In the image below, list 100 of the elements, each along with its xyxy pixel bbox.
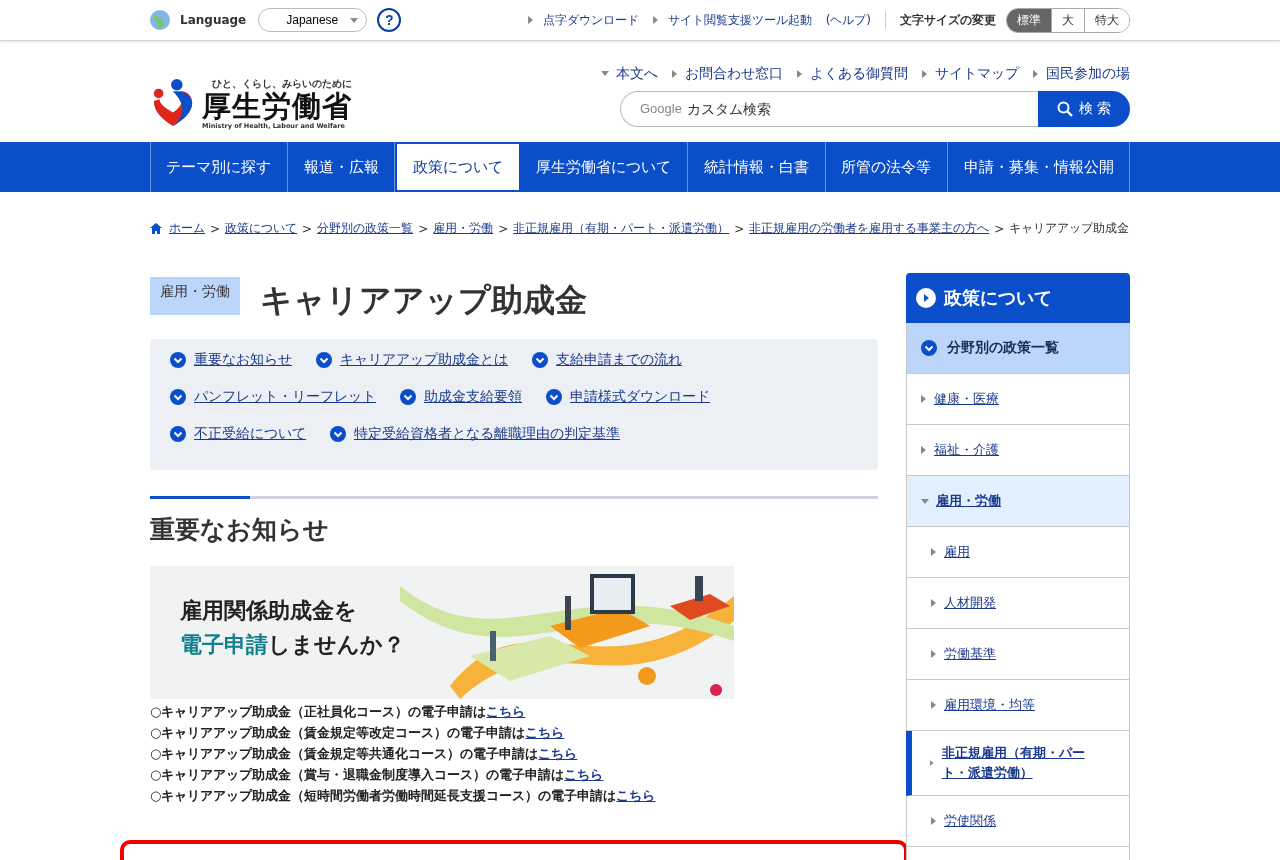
logo-name: 厚生労働省 [202, 90, 352, 123]
triangle-icon [601, 71, 609, 76]
triangle-icon [527, 16, 533, 24]
nav-tab[interactable]: 統計情報・白書 [688, 142, 826, 192]
anchor-link[interactable]: 重要なお知らせ [170, 351, 292, 369]
breadcrumb-current: キャリアアップ助成金 [1009, 220, 1130, 237]
sidebar-link[interactable]: 雇用環境・均等 [944, 695, 1055, 715]
breadcrumb-link[interactable]: 雇用・労働 [433, 221, 494, 236]
language-select[interactable]: Japanese [258, 8, 368, 32]
utility-link[interactable]: サイト閲覧支援ツール起動 [667, 11, 812, 29]
triangle-icon [1033, 69, 1038, 78]
breadcrumb-link[interactable]: 分野別の政策一覧 [317, 221, 414, 236]
sidebar-link[interactable]: 労使関係 [944, 811, 1016, 831]
triangle-icon [931, 701, 936, 709]
font-size-label: 文字サイズの変更 [900, 11, 996, 29]
chevron-down-icon [330, 426, 346, 442]
sidebar-link[interactable]: 労働基準 [944, 644, 1016, 664]
breadcrumb-separator: > [994, 221, 1005, 236]
breadcrumb-link[interactable]: 非正規雇用の労働者を雇用する事業主の方へ [749, 221, 990, 236]
caret-icon [350, 17, 359, 23]
breadcrumb-link[interactable]: 政策について [225, 221, 298, 236]
header-link[interactable]: よくある御質問 [810, 64, 908, 83]
notice-link[interactable]: こちら [564, 767, 604, 782]
sidebar-link[interactable]: 雇用 [944, 542, 990, 562]
header-link[interactable]: 国民参加の場 [1046, 64, 1130, 83]
globe-icon [150, 10, 170, 30]
font-size-button[interactable]: 特大 [1084, 8, 1129, 32]
header-link[interactable]: お問合わせ窓口 [685, 64, 783, 83]
play-icon [916, 288, 936, 308]
notice-line: ○キャリアアップ助成金（短時間労働者労働時間延長支援コース）の電子申請はこちら [150, 787, 657, 805]
triangle-icon [797, 69, 802, 78]
search-button[interactable]: 検 索 [1038, 90, 1130, 127]
search-icon [1056, 100, 1073, 117]
notice-link[interactable]: こちら [525, 725, 565, 740]
chevron-down-icon [532, 352, 548, 368]
chevron-down-icon [170, 389, 186, 405]
header-link[interactable]: サイトマップ [935, 64, 1019, 83]
sidebar-link[interactable]: 人材開発 [944, 593, 1016, 613]
breadcrumb-link[interactable]: ホーム [169, 221, 205, 236]
anchor-link[interactable]: 申請様式ダウンロード [546, 388, 710, 406]
banner-headline: 電子申請しませんか？ [180, 631, 405, 659]
anchor-link[interactable]: 不正受給について [170, 425, 306, 443]
sidebar-link[interactable]: 健康・医療 [934, 389, 1019, 409]
nav-tab[interactable]: テーマ別に探す [150, 142, 288, 192]
breadcrumb-link[interactable]: 非正規雇用（有期・パート・派遣労働） [513, 221, 730, 236]
language-label: Language [180, 13, 247, 27]
font-size-button[interactable]: 標準 [1007, 8, 1051, 32]
sidebar-link[interactable]: 非正規雇用（有期・パート・派遣労働） [941, 743, 1129, 783]
google-logo: Google [640, 100, 682, 116]
chevron-down-icon [170, 426, 186, 442]
triangle-icon [922, 69, 927, 78]
anchor-link[interactable]: キャリアアップ助成金とは [316, 351, 508, 369]
triangle-icon [921, 498, 929, 504]
sidebar-link[interactable]: 福祉・介護 [934, 440, 1019, 460]
triangle-icon [921, 446, 926, 454]
notice-link[interactable]: こちら [486, 704, 526, 719]
page-title: キャリアアップ助成金 [260, 280, 587, 321]
sidebar-section[interactable]: 分野別の政策一覧 [906, 323, 1130, 374]
home-icon [150, 223, 162, 234]
triangle-icon [931, 599, 936, 607]
triangle-icon [931, 650, 936, 658]
triangle-icon [931, 548, 936, 556]
sidebar-link[interactable]: 雇用・労働 [936, 491, 1021, 511]
nav-tab[interactable]: 厚生労働省について [520, 142, 689, 192]
nav-tab[interactable]: 申請・募集・情報公開 [948, 142, 1131, 192]
chevron-icon [921, 340, 937, 356]
sidebar-header[interactable]: 政策について [906, 273, 1130, 323]
triangle-icon [652, 16, 658, 24]
breadcrumb-separator: > [734, 221, 745, 236]
notice-line: ○キャリアアップ助成金（賃金規定等改定コース）の電子申請はこちら [150, 724, 566, 742]
logo-tagline: ひと、くらし、みらいのために [211, 76, 352, 91]
chevron-down-icon [546, 389, 562, 405]
anchor-link[interactable]: 支給申請までの流れ [532, 351, 682, 369]
nav-tab[interactable]: 政策について [395, 142, 521, 192]
triangle-icon [930, 759, 934, 767]
notice-link[interactable]: こちら [616, 788, 656, 803]
anchor-link[interactable]: 特定受給資格者となる離職理由の判定基準 [330, 425, 620, 443]
utility-link[interactable]: 点字ダウンロード [542, 11, 639, 29]
banner-headline: 雇用関係助成金を [180, 597, 358, 625]
chevron-down-icon [316, 352, 332, 368]
breadcrumb-separator: > [210, 221, 221, 236]
breadcrumb-separator: > [498, 221, 509, 236]
section-title: 重要なお知らせ [150, 514, 330, 546]
triangle-icon [672, 69, 677, 78]
chevron-down-icon [400, 389, 416, 405]
notice-line: ○キャリアアップ助成金（賞与・退職金制度導入コース）の電子申請はこちら [150, 766, 605, 784]
chevron-down-icon [170, 352, 186, 368]
help-button[interactable]: ? [377, 8, 402, 32]
utility-link[interactable]: (ヘルプ) [825, 11, 871, 29]
notice-line: ○キャリアアップ助成金（賃金規定等共通化コース）の電子申請はこちら [150, 745, 579, 763]
notice-line: ○キャリアアップ助成金（正社員化コース）の電子申請はこちら [150, 703, 527, 721]
triangle-icon [931, 817, 936, 825]
anchor-link[interactable]: パンフレット・リーフレット [170, 388, 376, 406]
header-link[interactable]: 本文へ [616, 64, 658, 83]
anchor-link[interactable]: 助成金支給要領 [400, 388, 522, 406]
notice-link[interactable]: こちら [538, 746, 578, 761]
breadcrumb-separator: > [418, 221, 429, 236]
nav-tab[interactable]: 所管の法令等 [825, 142, 949, 192]
banner[interactable]: 雇用関係助成金を 電子申請しませんか？ [150, 566, 734, 699]
category-tag: 雇用・労働 [150, 277, 240, 315]
